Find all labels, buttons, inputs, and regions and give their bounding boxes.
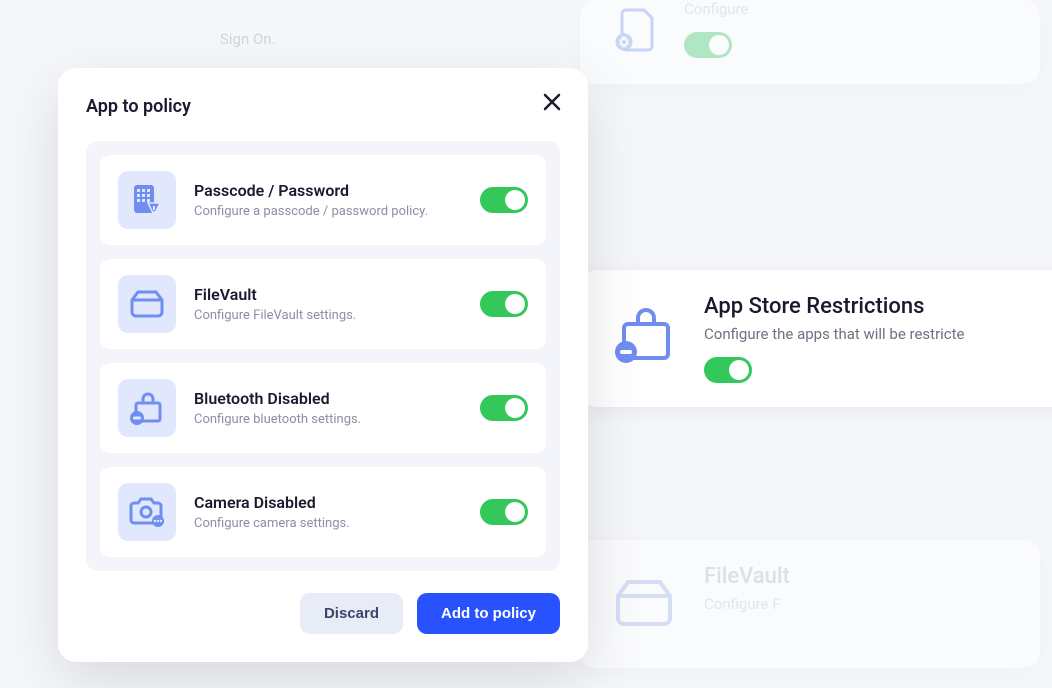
gear-file-icon	[604, 0, 664, 60]
discard-button[interactable]: Discard	[300, 593, 403, 634]
bg-card-system-desc: Configure	[684, 0, 1016, 18]
bag-minus-icon	[118, 379, 176, 437]
policy-name: FileVault	[194, 285, 462, 304]
policy-name: Camera Disabled	[194, 493, 462, 512]
policy-desc: Configure FileVault settings.	[194, 308, 462, 323]
policy-item-camera: Camera Disabled Configure camera setting…	[100, 467, 546, 557]
bg-card-filevault-desc: Configure F	[704, 595, 1016, 613]
policy-desc: Configure a passcode / password policy.	[194, 204, 462, 219]
policy-item-filevault: FileVault Configure FileVault settings.	[100, 259, 546, 349]
policy-item-bluetooth: Bluetooth Disabled Configure bluetooth s…	[100, 363, 546, 453]
add-to-policy-button[interactable]: Add to policy	[417, 593, 560, 634]
bg-card-system-toggle[interactable]	[684, 32, 732, 58]
bg-card-filevault-title: FileVault	[704, 564, 1016, 589]
modal-footer: Discard Add to policy	[86, 593, 560, 634]
policy-name: Bluetooth Disabled	[194, 389, 462, 408]
close-icon	[542, 92, 562, 112]
camera-icon	[118, 483, 176, 541]
policy-toggle-filevault[interactable]	[480, 291, 528, 317]
drive-icon	[118, 275, 176, 333]
background-text: Sign On.	[220, 30, 276, 48]
policy-list: Passcode / Password Configure a passcode…	[86, 141, 560, 571]
modal-title: App to policy	[86, 96, 560, 117]
bag-minus-icon	[604, 294, 684, 374]
drive-icon	[604, 564, 684, 644]
close-button[interactable]	[538, 88, 566, 116]
passcode-icon	[118, 171, 176, 229]
bg-card-system: Configure	[580, 0, 1040, 84]
policy-desc: Configure camera settings.	[194, 516, 462, 531]
add-to-policy-modal: App to policy	[58, 68, 588, 662]
bg-card-appstore: App Store Restrictions Configure the app…	[580, 270, 1052, 407]
bg-card-filevault: FileVault Configure F	[580, 540, 1040, 668]
bg-card-appstore-desc: Configure the apps that will be restrict…	[704, 325, 1052, 343]
policy-toggle-camera[interactable]	[480, 499, 528, 525]
bg-card-appstore-title: App Store Restrictions	[704, 294, 1052, 319]
policy-name: Passcode / Password	[194, 181, 462, 200]
policy-toggle-passcode[interactable]	[480, 187, 528, 213]
policy-item-passcode: Passcode / Password Configure a passcode…	[100, 155, 546, 245]
policy-toggle-bluetooth[interactable]	[480, 395, 528, 421]
policy-desc: Configure bluetooth settings.	[194, 412, 462, 427]
bg-card-appstore-toggle[interactable]	[704, 357, 752, 383]
